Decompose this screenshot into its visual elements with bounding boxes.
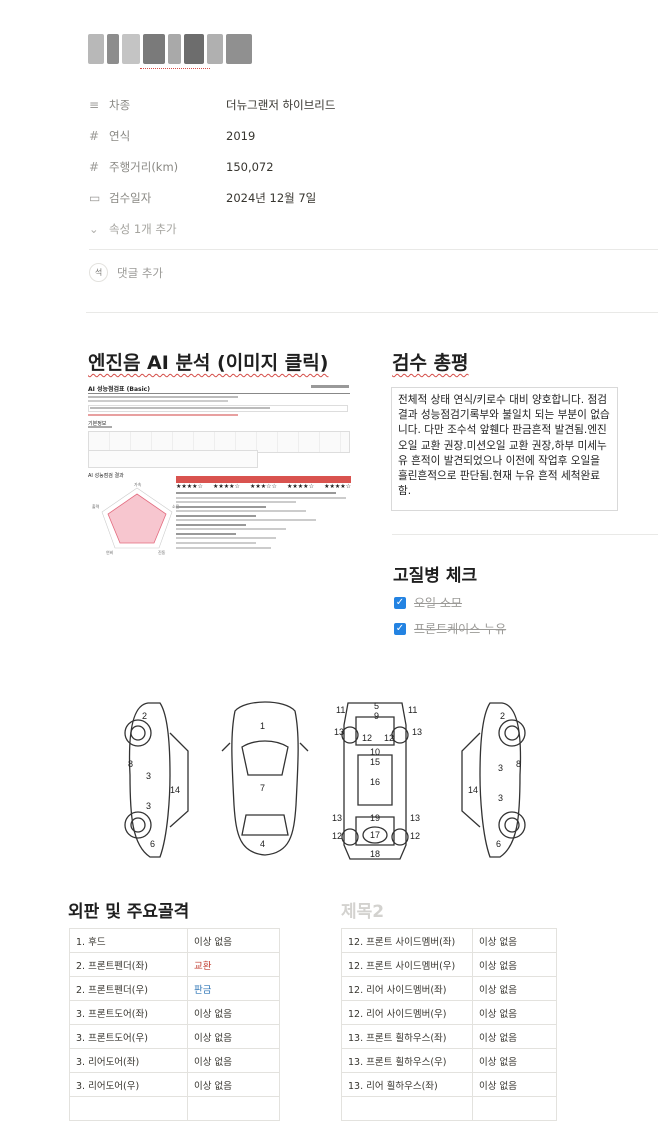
diagram-label: 12 — [384, 733, 394, 743]
radar-chart-thumbnail: 가속 소음 진동 연비 출력 — [92, 481, 180, 555]
table-row: 13. 프론트 휠하우스(우) 이상 없음 — [341, 1048, 557, 1073]
diagram-label: 18 — [370, 849, 380, 859]
diagram-label: 12 — [362, 733, 372, 743]
diagram-label: 13 — [412, 727, 422, 737]
table-row — [69, 1096, 280, 1121]
svg-text:연비: 연비 — [106, 549, 114, 555]
number-icon: # — [89, 160, 100, 174]
diagram-label: 6 — [150, 839, 155, 849]
diagram-label: 13 — [334, 727, 344, 737]
diagram-label: 8 — [516, 759, 521, 769]
divider — [86, 312, 658, 313]
table2-title: 제목2 — [341, 902, 385, 922]
chronic-issue-title: 고질병 체크 — [393, 566, 478, 586]
chevron-down-icon: ⌄ — [89, 222, 99, 236]
diagram-label: 14 — [468, 785, 478, 795]
exterior-table: 1. 후드 이상 없음 2. 프론트펜더(좌) 교환 2. 프론트펜더(우) 판금 3… — [69, 928, 280, 1121]
star-ratings: ★★★★☆ ★★★★☆ ★★★☆☆ ★★★★☆ ★★★★☆ — [176, 483, 351, 490]
table-row: 12. 리어 사이드멤버(우) 이상 없음 — [341, 1000, 557, 1025]
checkbox-checked-icon[interactable]: ✓ — [394, 622, 406, 635]
table-row: 3. 프론트도어(좌) 이상 없음 — [69, 1000, 280, 1025]
diagram-label: 1 — [260, 721, 265, 731]
review-summary-title: 검수 총평 — [392, 352, 469, 374]
property-value[interactable]: 150,072 — [226, 160, 274, 174]
checkbox-checked-icon[interactable]: ✓ — [394, 596, 406, 609]
car-damage-diagram: 2 8 3 14 3 6 1 7 4 5 11 9 11 13 12 12 13… — [124, 701, 526, 860]
frame-table: 12. 프론트 사이드멤버(좌) 이상 없음 12. 프론트 사이드멤버(우) 이상… — [341, 928, 557, 1121]
table-row: 13. 리어 휠하우스(좌) 이상 없음 — [341, 1072, 557, 1097]
diagram-label: 6 — [496, 839, 501, 849]
property-row-mileage[interactable]: # 주행거리(km) 150,072 — [89, 153, 274, 181]
property-value[interactable]: 2019 — [226, 129, 255, 143]
number-icon: # — [89, 129, 100, 143]
table-row: 3. 리어도어(우) 이상 없음 — [69, 1072, 280, 1097]
property-value[interactable]: 2024년 12월 7일 — [226, 190, 316, 206]
diagram-label: 17 — [370, 830, 380, 840]
property-label: 차종 — [109, 98, 131, 112]
add-property-label: 속성 1개 추가 — [109, 222, 177, 236]
diagram-label: 13 — [410, 813, 420, 823]
diagram-label: 16 — [370, 777, 380, 787]
divider — [392, 534, 658, 535]
report-heading: AI 성능점검표 (Basic) — [88, 386, 150, 393]
add-property-button[interactable]: ⌄ 속성 1개 추가 — [89, 215, 177, 243]
diagram-label: 3 — [498, 793, 503, 803]
divider — [89, 249, 658, 250]
diagram-label: 3 — [146, 771, 151, 781]
property-label: 검수일자 — [109, 191, 152, 205]
table-row: 2. 프론트펜더(좌) 교환 — [69, 952, 280, 977]
diagram-label: 3 — [498, 763, 503, 773]
svg-text:가속: 가속 — [134, 481, 142, 487]
table-row: 1. 후드 이상 없음 — [69, 928, 280, 953]
spellcheck-underline — [140, 66, 210, 69]
svg-text:진동: 진동 — [158, 549, 166, 555]
table-row — [341, 1096, 557, 1121]
table-row: 3. 프론트도어(우) 이상 없음 — [69, 1024, 280, 1049]
page-title-blurred — [88, 34, 252, 64]
table-row: 12. 프론트 사이드멤버(우) 이상 없음 — [341, 952, 557, 977]
calendar-icon: ▭ — [89, 191, 101, 205]
checklist-item[interactable]: ✓ 오일 소모 — [394, 594, 462, 611]
diagram-label: 5 — [374, 701, 379, 711]
table-row: 12. 프론트 사이드멤버(좌) 이상 없음 — [341, 928, 557, 953]
property-row-inspection-date[interactable]: ▭ 검수일자 2024년 12월 7일 — [89, 184, 316, 212]
report-ai-label: AI 성능점검 결과 — [88, 473, 124, 479]
avatar: 석 — [89, 263, 108, 282]
property-row-model[interactable]: ≡ 차종 더뉴그랜저 하이브리드 — [89, 91, 335, 119]
svg-text:출력: 출력 — [92, 503, 100, 509]
diagram-label: 13 — [332, 813, 342, 823]
diagram-label: 15 — [370, 757, 380, 767]
property-value[interactable]: 더뉴그랜저 하이브리드 — [226, 97, 335, 113]
exterior-table-title: 외판 및 주요골격 — [68, 902, 190, 922]
review-summary-text[interactable]: 전체적 상태 연식/키로수 대비 양호합니다. 점검결과 성능점검기록부와 불일… — [391, 387, 618, 511]
score-header-bar — [176, 476, 351, 483]
property-row-year[interactable]: # 연식 2019 — [89, 122, 255, 150]
diagram-label: 10 — [370, 747, 380, 757]
table-row: 12. 리어 사이드멤버(좌) 이상 없음 — [341, 976, 557, 1001]
diagram-label: 2 — [142, 711, 147, 721]
diagram-label: 7 — [260, 783, 265, 793]
diagram-label: 12 — [332, 831, 342, 841]
property-label: 연식 — [109, 129, 131, 143]
diagram-label: 11 — [336, 705, 345, 715]
checklist-item[interactable]: ✓ 프론트케이스 누유 — [394, 620, 506, 637]
diagram-label: 4 — [260, 839, 265, 849]
table-row: 3. 리어도어(좌) 이상 없음 — [69, 1048, 280, 1073]
engine-report-image[interactable]: AI 성능점검표 (Basic) 기본정보 AI 성능점검 결과 가속 소음 진… — [86, 382, 351, 557]
diagram-label: 12 — [410, 831, 420, 841]
table-row: 13. 프론트 휠하우스(좌) 이상 없음 — [341, 1024, 557, 1049]
diagram-label: 14 — [170, 785, 180, 795]
diagram-label: 9 — [374, 711, 379, 721]
engine-analysis-title: 엔진음 AI 분석 (이미지 클릭) — [88, 352, 329, 374]
diagram-label: 19 — [370, 813, 380, 823]
diagram-label: 11 — [408, 705, 417, 715]
table-row: 2. 프론트펜더(우) 판금 — [69, 976, 280, 1001]
diagram-label: 8 — [128, 759, 133, 769]
diagram-label: 3 — [146, 801, 151, 811]
property-label: 주행거리(km) — [109, 160, 179, 174]
diagram-label: 2 — [500, 711, 505, 721]
add-comment-label: 댓글 추가 — [117, 265, 163, 280]
add-comment-button[interactable]: 석 댓글 추가 — [89, 263, 163, 282]
list-icon: ≡ — [89, 98, 100, 112]
